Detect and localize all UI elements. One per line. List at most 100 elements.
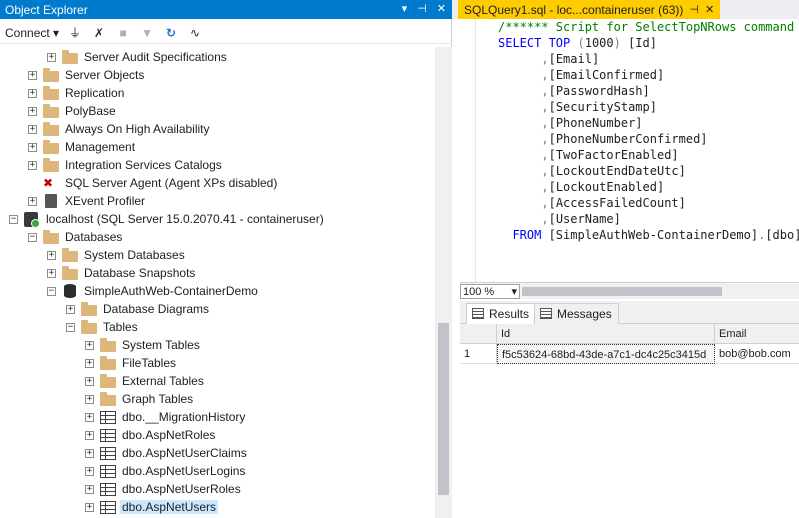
editor-scroll-thumb[interactable] (522, 287, 722, 296)
expand-icon[interactable]: + (85, 376, 94, 386)
refresh-icon[interactable]: ↻ (163, 25, 179, 41)
tree-node[interactable]: + Database Snapshots (47, 264, 197, 282)
tree-node[interactable]: + XEvent Profiler (28, 192, 147, 210)
tree-node[interactable]: + PolyBase (28, 102, 118, 120)
code-token: [UserName] (548, 212, 621, 226)
zoom-dropdown[interactable]: 100 % ▾ (460, 284, 520, 299)
connect-plug-icon[interactable]: ⏚ (67, 25, 83, 41)
expand-icon[interactable]: + (47, 250, 56, 260)
activity-monitor-icon[interactable]: ∿ (187, 25, 203, 41)
tree-node[interactable]: + System Tables (85, 336, 202, 354)
folder-icon (43, 139, 59, 154)
code-token: [PhoneNumber] (548, 116, 643, 130)
expand-icon[interactable]: + (85, 502, 94, 512)
column-header-email[interactable]: Email (715, 324, 799, 344)
tab-results[interactable]: Results (466, 303, 537, 324)
collapse-icon[interactable]: − (47, 286, 56, 296)
tree-node[interactable]: − SimpleAuthWeb-ContainerDemo (47, 282, 260, 300)
expand-icon[interactable]: + (85, 466, 94, 476)
close-icon[interactable]: ✕ (437, 2, 446, 15)
disconnect-plug-icon[interactable]: ✗ (91, 25, 107, 41)
tree-node[interactable]: + dbo.__MigrationHistory (85, 408, 247, 426)
editor-horizontal-scrollbar[interactable] (522, 284, 799, 299)
expand-icon[interactable]: + (28, 196, 37, 206)
folder-icon (62, 49, 78, 64)
query-editor-panel: SQLQuery1.sql - loc...containeruser (63)… (452, 0, 799, 518)
tree-node[interactable]: + System Databases (47, 246, 187, 264)
tree-node[interactable]: + dbo.AspNetUserLogins (85, 462, 247, 480)
editor-gutter (452, 19, 476, 282)
table-icon (100, 500, 116, 514)
tree-node[interactable]: + Management (28, 138, 137, 156)
code-token: , (541, 196, 549, 210)
tree-scroll-thumb[interactable] (438, 323, 449, 495)
expand-icon[interactable]: + (85, 340, 94, 350)
tree-node[interactable]: ✖ SQL Server Agent (Agent XPs disabled) (28, 174, 279, 192)
collapse-icon[interactable]: − (66, 322, 75, 332)
query-tab-title: SQLQuery1.sql - loc...containeruser (63)… (464, 2, 684, 17)
tree-node[interactable]: + Integration Services Catalogs (28, 156, 224, 174)
expand-icon[interactable]: + (85, 412, 94, 422)
code-token: SELECT TOP (498, 36, 578, 50)
results-grid-header: Id Email (460, 324, 799, 344)
tree-node[interactable]: + Server Objects (28, 66, 146, 84)
tree-node[interactable]: + Replication (28, 84, 126, 102)
expand-icon[interactable]: + (47, 268, 56, 278)
column-header-id[interactable]: Id (497, 324, 715, 344)
filter-icon[interactable]: ▼ (139, 25, 155, 41)
tree-node[interactable]: + FileTables (85, 354, 178, 372)
expand-icon[interactable]: + (28, 142, 37, 152)
expand-icon[interactable]: + (28, 124, 37, 134)
tree-node-label: Integration Services Catalogs (65, 158, 222, 172)
code-token: , (541, 116, 549, 130)
expand-icon[interactable]: + (85, 448, 94, 458)
collapse-icon[interactable]: − (9, 214, 18, 224)
tree-node[interactable]: + dbo.AspNetUserRoles (85, 480, 243, 498)
tree-node[interactable]: − Databases (28, 228, 124, 246)
pin-icon[interactable]: ⊣ (417, 2, 427, 15)
expand-icon[interactable]: + (85, 484, 94, 494)
cell-email[interactable]: bob@bob.com (715, 344, 799, 364)
expand-icon[interactable]: + (28, 106, 37, 116)
tab-close-icon[interactable]: ✕ (705, 3, 714, 16)
tree-vertical-scrollbar[interactable] (435, 47, 452, 518)
expand-icon[interactable]: + (47, 52, 56, 62)
code-token: , (541, 180, 549, 194)
cell-id[interactable]: f5c53624-68bd-43de-a7c1-dc4c25c3415d (497, 344, 715, 364)
collapse-icon[interactable]: − (28, 232, 37, 242)
query-document-tab[interactable]: SQLQuery1.sql - loc...containeruser (63)… (458, 0, 721, 19)
folder-icon (100, 355, 116, 370)
code-line: ,[TwoFactorEnabled] (498, 147, 678, 163)
expand-icon[interactable]: + (66, 304, 75, 314)
code-token: , (541, 84, 549, 98)
code-token: , (541, 132, 549, 146)
tree-node[interactable]: + Database Diagrams (66, 300, 211, 318)
stop-icon[interactable]: ■ (115, 25, 131, 41)
tree-node[interactable]: + Always On High Availability (28, 120, 212, 138)
tree-node[interactable]: + External Tables (85, 372, 206, 390)
tab-messages[interactable]: Messages (534, 303, 619, 324)
expand-icon[interactable]: + (85, 358, 94, 368)
tree-node[interactable]: + Graph Tables (85, 390, 195, 408)
tree-node[interactable]: + Server Audit Specifications (47, 48, 229, 66)
tree-node[interactable]: − localhost (SQL Server 15.0.2070.41 - co… (9, 210, 326, 228)
expand-icon[interactable]: + (85, 394, 94, 404)
sql-code-editor[interactable]: /****** Script for SelectTopNRows comman… (498, 19, 799, 282)
row-number[interactable]: 1 (460, 344, 497, 364)
connect-button[interactable]: Connect ▾ (5, 26, 59, 40)
tree-node[interactable]: − Tables (66, 318, 140, 336)
tab-pin-icon[interactable]: ⊣ (689, 3, 699, 16)
tree-node[interactable]: + dbo.AspNetUsers (85, 498, 219, 516)
tree-node[interactable]: + dbo.AspNetUserClaims (85, 444, 249, 462)
tree-node[interactable]: + dbo.AspNetRoles (85, 426, 217, 444)
expand-icon[interactable]: + (28, 70, 37, 80)
code-line: ,[Email] (498, 51, 599, 67)
expand-icon[interactable]: + (28, 160, 37, 170)
expand-icon[interactable]: + (28, 88, 37, 98)
window-position-icon[interactable]: ▾ (402, 2, 408, 15)
expand-icon[interactable]: + (85, 430, 94, 440)
